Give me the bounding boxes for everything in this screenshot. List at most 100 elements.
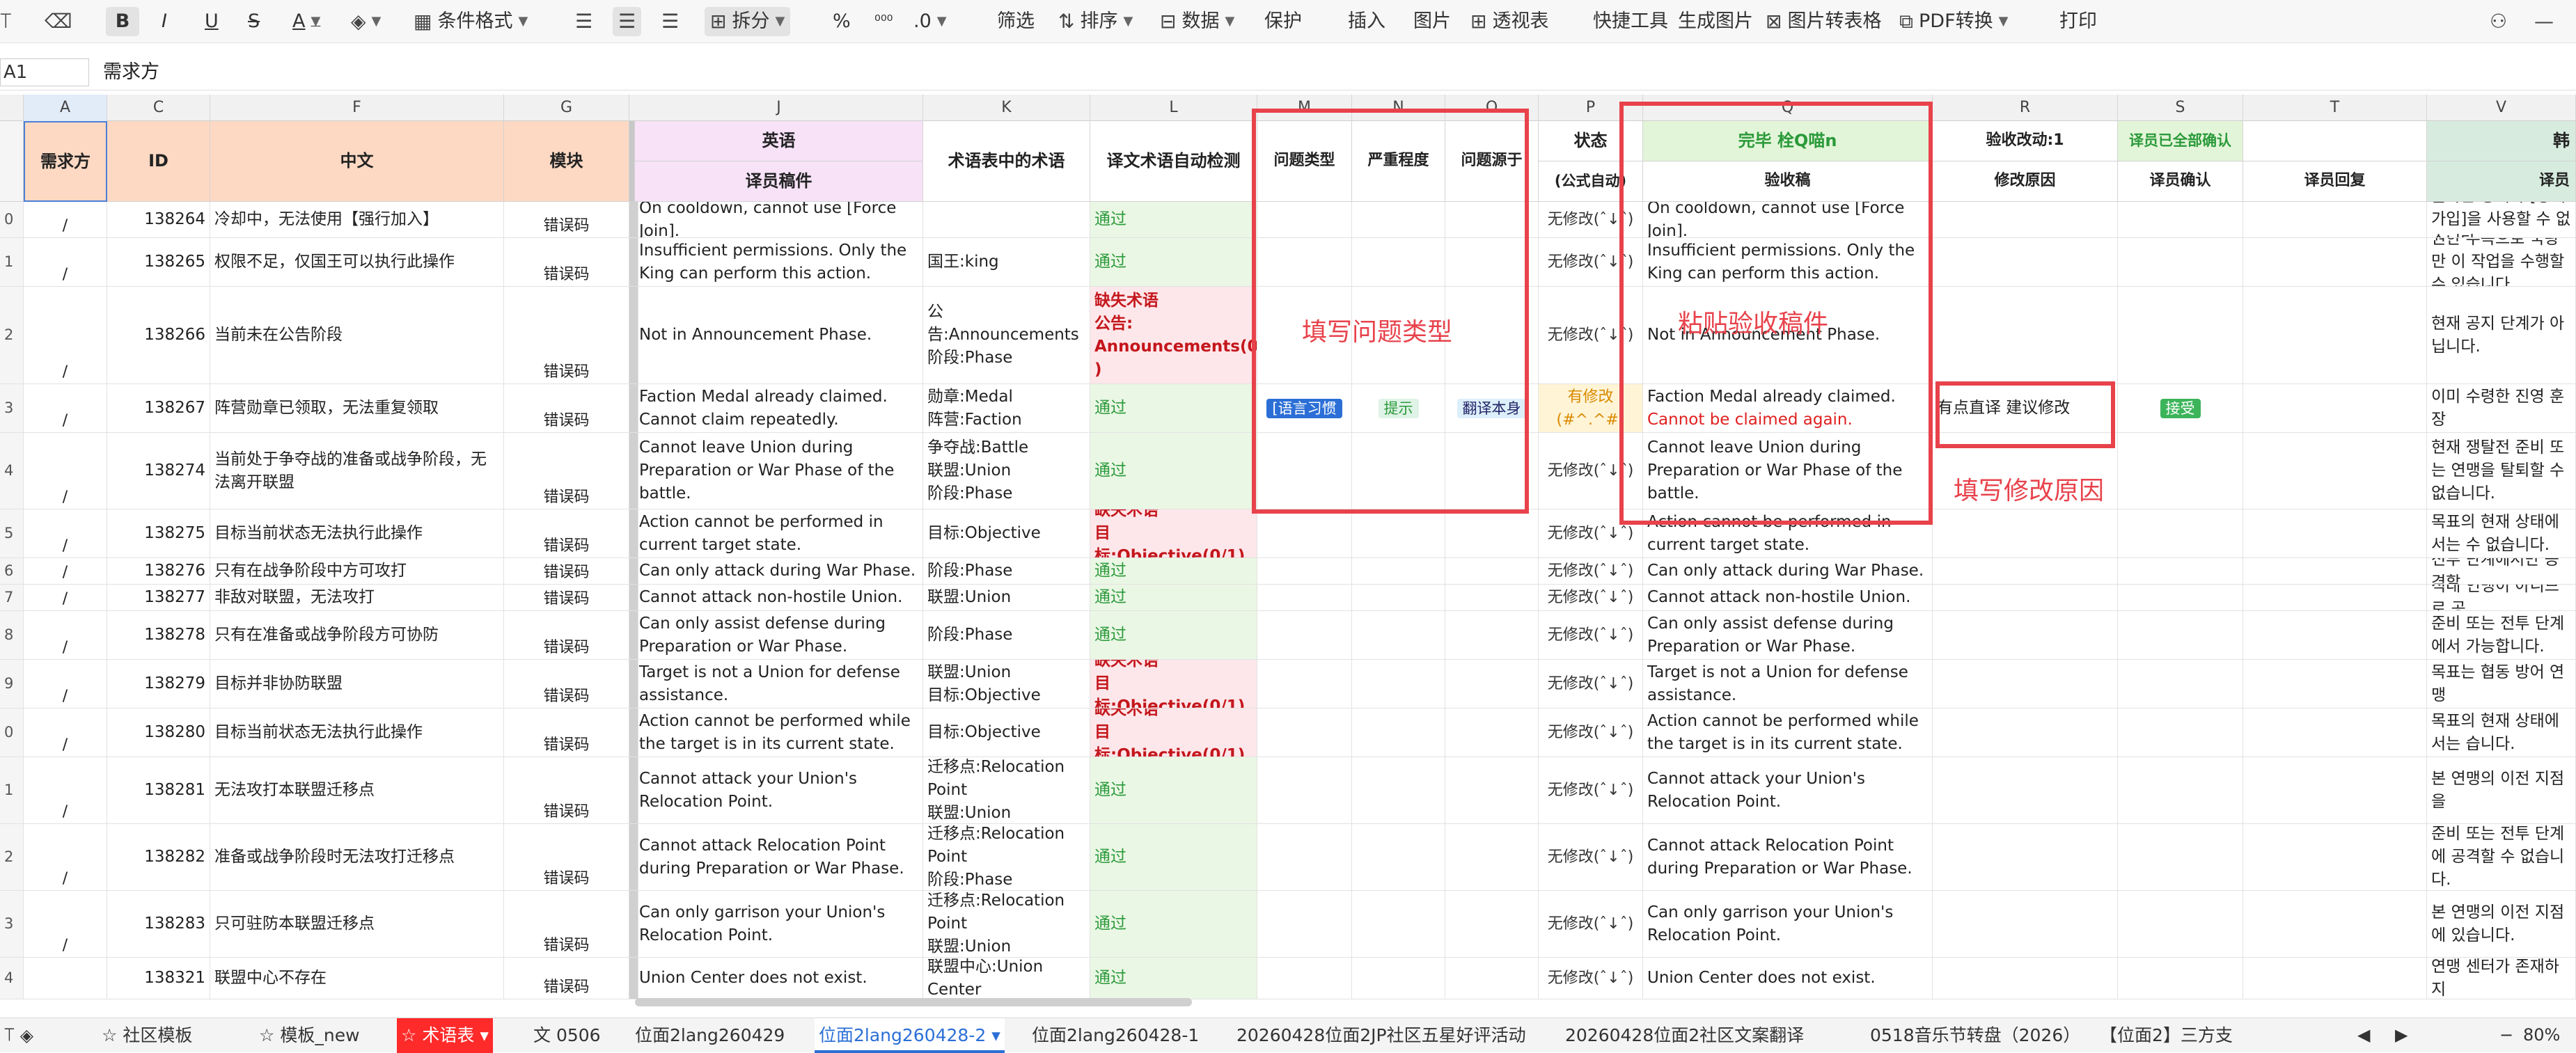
select-all-corner[interactable]	[0, 95, 24, 121]
cell-term-check[interactable]: 通过	[1090, 824, 1257, 891]
header-korean[interactable]: 韩	[2427, 121, 2576, 161]
cell-translator-reply[interactable]	[2243, 958, 2427, 999]
cell-term-check[interactable]: 通过	[1090, 433, 1257, 509]
cell-translator-confirm[interactable]	[2118, 660, 2243, 708]
cell-acceptance-draft[interactable]: On cooldown, cannot use [Force Join].	[1643, 202, 1933, 238]
cell-acceptance-draft[interactable]: Cannot attack non-hostile Union.	[1643, 585, 1933, 611]
cell-korean[interactable]: 목표는 협동 방어 연맹	[2427, 660, 2576, 708]
header-translator-draft[interactable]: 译员稿件	[635, 161, 923, 202]
cell-severity[interactable]	[1352, 433, 1445, 509]
cell-acceptance-draft[interactable]: Can only attack during War Phase.	[1643, 558, 1933, 585]
cell-english-draft[interactable]: Target is not a Union for defense assist…	[635, 660, 923, 708]
col-header-r[interactable]: R	[1933, 95, 2118, 121]
cell-korean[interactable]: 적대 연맹이 아니므로 공	[2427, 585, 2576, 611]
cell-glossary-term[interactable]: 联盟:Union 目标:Objective	[923, 660, 1090, 708]
cell-issue-source[interactable]	[1445, 958, 1539, 999]
cell-translator-confirm[interactable]	[2118, 891, 2243, 958]
cell-severity[interactable]	[1352, 824, 1445, 891]
cell-status[interactable]: 无修改(ˆ↓ˆ)	[1539, 433, 1643, 509]
cell-term-check[interactable]: 通过	[1090, 611, 1257, 660]
cell-acceptance-draft[interactable]: Cannot attack your Union's Relocation Po…	[1643, 757, 1933, 824]
user-icon[interactable]: ⚇	[2490, 7, 2507, 36]
cell-severity[interactable]	[1352, 509, 1445, 558]
row-number[interactable]: 8	[0, 611, 24, 660]
cell-demander[interactable]: /	[24, 202, 107, 238]
cell-status[interactable]: 无修改(ˆ↓ˆ)	[1539, 708, 1643, 757]
zoom-level[interactable]: 80%	[2523, 1020, 2560, 1050]
row-number[interactable]: 6	[0, 558, 24, 585]
cell-chinese[interactable]: 非敌对联盟，无法攻打	[210, 585, 504, 611]
eraser-icon[interactable]: ⌫	[45, 7, 72, 36]
cell-translator-reply[interactable]	[2243, 611, 2427, 660]
cell-issue-type[interactable]	[1257, 660, 1352, 708]
issue-source-tag[interactable]: 翻译本身	[1456, 398, 1527, 418]
cell-term-check[interactable]: 缺失术语 目标:Objective(0/1)	[1090, 660, 1257, 708]
cell-id[interactable]: 138281	[107, 757, 210, 824]
sheet-tab[interactable]: 位面2lang260428-2 ▾	[815, 1018, 1005, 1053]
cell-module[interactable]: 错误码	[504, 660, 629, 708]
cell-translator-confirm[interactable]	[2118, 558, 2243, 585]
cell-term-check[interactable]: 通过	[1090, 558, 1257, 585]
cell-acceptance-draft[interactable]: Action cannot be performed in current ta…	[1643, 509, 1933, 558]
header-issue-type[interactable]: 问题类型	[1257, 121, 1352, 202]
cell-change-reason[interactable]	[1933, 958, 2118, 999]
cell-severity[interactable]	[1352, 708, 1445, 757]
cell-english-draft[interactable]: Action cannot be performed in current ta…	[635, 509, 923, 558]
cell-glossary-term[interactable]: 目标:Objective	[923, 509, 1090, 558]
italic-button[interactable]: I	[162, 7, 167, 36]
cell-translator-confirm[interactable]	[2118, 287, 2243, 384]
cell-korean[interactable]: 현재 공지 단계가 아닙니다.	[2427, 287, 2576, 384]
cell-glossary-term[interactable]: 阶段:Phase	[923, 611, 1090, 660]
cell-chinese[interactable]: 只有在战争阶段中方可攻打	[210, 558, 504, 585]
cell-translator-reply[interactable]	[2243, 433, 2427, 509]
cell-glossary-term[interactable]: 目标:Objective	[923, 708, 1090, 757]
cell-change-reason[interactable]	[1933, 660, 2118, 708]
col-header-p[interactable]: P	[1539, 95, 1643, 121]
header-chinese[interactable]: 中文	[210, 121, 504, 202]
cell-issue-source[interactable]	[1445, 708, 1539, 757]
image-to-table-button[interactable]: ⊠ 图片转表格	[1766, 7, 1881, 36]
cell-korean[interactable]: 본 연맹의 이전 지점에 있습니다.	[2427, 891, 2576, 958]
cell-change-reason[interactable]	[1933, 757, 2118, 824]
cell-demander[interactable]: /	[24, 611, 107, 660]
cell-issue-type[interactable]	[1257, 238, 1352, 287]
cell-issue-type[interactable]	[1257, 433, 1352, 509]
cell-translator-reply[interactable]	[2243, 287, 2427, 384]
row-number[interactable]: 4	[0, 433, 24, 509]
cell-korean[interactable]: 현재 쟁탈전 준비 또는 연맹을 탈퇴할 수 없습니다.	[2427, 433, 2576, 509]
cell-issue-source[interactable]	[1445, 824, 1539, 891]
cell-demander[interactable]: /	[24, 287, 107, 384]
cell-module[interactable]: 错误码	[504, 433, 629, 509]
cell-english-draft[interactable]: Can only garrison your Union's Relocatio…	[635, 891, 923, 958]
cell-status[interactable]: 无修改(ˆ↓ˆ)	[1539, 238, 1643, 287]
cell-glossary-term[interactable]: 公告:Announcements 阶段:Phase	[923, 287, 1090, 384]
cell-chinese[interactable]: 目标当前状态无法执行此操作	[210, 708, 504, 757]
cell-module[interactable]: 错误码	[504, 509, 629, 558]
cell-severity[interactable]	[1352, 585, 1445, 611]
cell-issue-source[interactable]	[1445, 202, 1539, 238]
header-demander[interactable]: 需求方	[24, 121, 107, 202]
cell-term-check[interactable]: 通过	[1090, 757, 1257, 824]
align-right-button[interactable]: ☰	[661, 7, 679, 36]
cell-translator-reply[interactable]	[2243, 202, 2427, 238]
minus-icon[interactable]: —	[2534, 7, 2554, 36]
data-button[interactable]: ⊟ 数据 ▼	[1160, 7, 1234, 36]
issue-type-tag[interactable]: [语言习惯	[1266, 398, 1342, 418]
merge-button[interactable]: ⊞ 拆分 ▼	[705, 7, 791, 36]
cell-change-reason[interactable]	[1933, 202, 2118, 238]
cell-severity[interactable]	[1352, 202, 1445, 238]
cell-issue-type[interactable]	[1257, 708, 1352, 757]
bold-button[interactable]: B	[106, 7, 139, 36]
sheet-tab[interactable]: 20260428位面2JP社区五星好评活动	[1232, 1018, 1530, 1053]
header-translator-confirm[interactable]: 译员确认	[2118, 161, 2243, 202]
cell-translator-confirm[interactable]	[2118, 202, 2243, 238]
cell-chinese[interactable]: 目标当前状态无法执行此操作	[210, 509, 504, 558]
cell-id[interactable]: 138282	[107, 824, 210, 891]
cell-korean[interactable]: 쿨다운 중이라 [강제 가입]을 사용할 수 없습니다.	[2427, 202, 2576, 238]
cell-change-reason[interactable]	[1933, 708, 2118, 757]
cell-demander[interactable]: /	[24, 585, 107, 611]
cell-term-check[interactable]: 通过	[1090, 202, 1257, 238]
strike-button[interactable]: S	[248, 7, 260, 36]
cell-id[interactable]: 138275	[107, 509, 210, 558]
print-button[interactable]: 打印	[2059, 7, 2097, 36]
